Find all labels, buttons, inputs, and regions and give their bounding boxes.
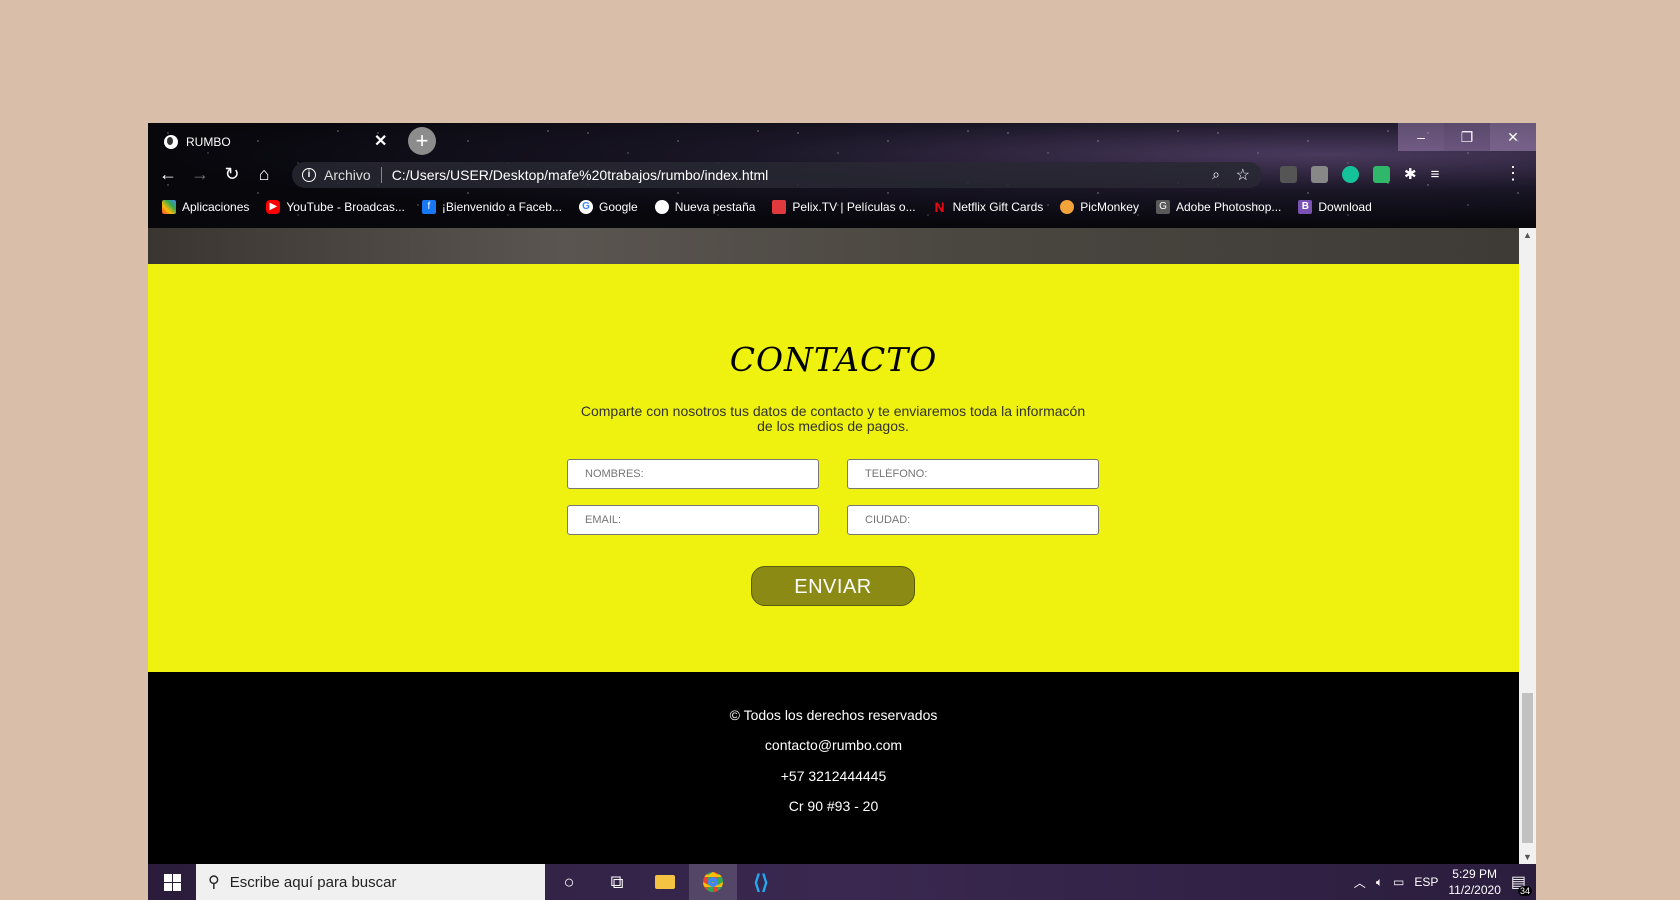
bookmarks-bar: Aplicaciones ▶ YouTube - Broadcas... f ¡… xyxy=(148,190,1536,224)
puzzle-icon[interactable]: ✱ xyxy=(1404,165,1417,183)
tab-title: RUMBO xyxy=(186,135,231,149)
shield-icon[interactable] xyxy=(1373,165,1390,183)
window-controls: – ❐ ✕ xyxy=(1398,123,1536,151)
globe-icon xyxy=(164,135,178,149)
system-tray: ︿ 🔈︎ ▭ ESP 5:29 PM 11/2/2020 ▤ 34 xyxy=(1354,864,1536,900)
search-icon: ⚲ xyxy=(208,874,220,891)
contact-section: CONTACTO Comparte con nosotros tus datos… xyxy=(148,264,1519,672)
city-input[interactable] xyxy=(847,505,1099,535)
facebook-icon: f xyxy=(421,200,436,214)
security-label: Archivo xyxy=(324,167,371,183)
extensions-area: ✱ ≡ xyxy=(1280,165,1439,183)
chrome-icon[interactable] xyxy=(689,864,737,900)
back-arrow-icon[interactable]: ← xyxy=(152,164,184,185)
minimize-button[interactable]: – xyxy=(1398,123,1444,151)
battery-icon[interactable]: ▭ xyxy=(1393,875,1404,889)
reload-icon[interactable]: ↻ xyxy=(216,164,248,185)
bookmark-photoshop[interactable]: G Adobe Photoshop... xyxy=(1155,200,1281,214)
bookmark-netflix[interactable]: N Netflix Gift Cards xyxy=(933,200,1044,214)
footer-rights: © Todos los derechos reservados xyxy=(729,707,938,723)
info-icon[interactable]: i xyxy=(302,168,316,182)
media-control-icon[interactable]: ≡ xyxy=(1431,166,1440,183)
page-footer: © Todos los derechos reservados contacto… xyxy=(148,672,1519,864)
extension-icon[interactable] xyxy=(1280,165,1297,183)
notification-count: 34 xyxy=(1517,886,1532,896)
grammarly-icon[interactable] xyxy=(1342,165,1359,183)
bookmark-picmonkey[interactable]: PicMonkey xyxy=(1060,200,1139,214)
bookmark-pelix[interactable]: Pelix.TV | Películas o... xyxy=(772,200,916,214)
url-text[interactable]: C:/Users/USER/Desktop/mafe%20trabajos/ru… xyxy=(392,167,769,183)
chevron-up-icon[interactable]: ︿ xyxy=(1354,874,1366,891)
phone-input[interactable] xyxy=(847,459,1099,489)
task-view-icon[interactable]: ⧉ xyxy=(593,864,641,900)
tab-close-icon[interactable]: ✕ xyxy=(374,131,387,151)
clock[interactable]: 5:29 PM 11/2/2020 xyxy=(1448,866,1501,898)
scroll-up-icon[interactable]: ▲ xyxy=(1519,230,1536,240)
footer-address: Cr 90 #93 - 20 xyxy=(788,798,879,814)
browser-chrome: RUMBO ✕ + – ❐ ✕ ← → ↻ ⌂ i Archivo C:/Use… xyxy=(148,123,1536,228)
bookmark-aplicaciones[interactable]: Aplicaciones xyxy=(162,200,249,214)
apps-grid-icon xyxy=(162,200,176,214)
page-viewport: CONTACTO Comparte con nosotros tus datos… xyxy=(148,228,1519,864)
windows-taskbar: ⚲ Escribe aquí para buscar ○ ⧉ ⟨⟩ ︿ 🔈︎ ▭… xyxy=(148,864,1536,900)
names-input[interactable] xyxy=(567,459,819,489)
bookmark-download[interactable]: B Download xyxy=(1298,200,1372,214)
globe-icon xyxy=(654,200,669,214)
clock-date: 11/2/2020 xyxy=(1448,883,1501,897)
bookmark-youtube[interactable]: ▶ YouTube - Broadcas... xyxy=(266,200,405,214)
vscode-icon[interactable]: ⟨⟩ xyxy=(737,864,785,900)
page-scrollbar[interactable]: ▲ ▼ xyxy=(1519,228,1536,864)
volume-icon[interactable]: 🔈︎ xyxy=(1376,875,1383,890)
address-divider xyxy=(380,167,382,183)
maximize-button[interactable]: ❐ xyxy=(1444,123,1490,151)
footer-phone: +57 3212444445 xyxy=(780,768,887,784)
bookmark-facebook[interactable]: f ¡Bienvenido a Faceb... xyxy=(421,200,562,214)
contact-title: CONTACTO xyxy=(729,340,938,379)
address-bar[interactable]: i Archivo C:/Users/USER/Desktop/mafe%20t… xyxy=(292,162,1262,188)
contact-description: Comparte con nosotros tus datos de conta… xyxy=(580,403,1086,434)
taskbar-search[interactable]: ⚲ Escribe aquí para buscar xyxy=(196,864,545,900)
windows-logo-icon xyxy=(163,873,181,891)
search-placeholder: Escribe aquí para buscar xyxy=(229,873,397,891)
send-button[interactable]: ENVIAR xyxy=(751,566,915,606)
hero-image-bottom xyxy=(148,228,1519,264)
start-button[interactable] xyxy=(148,864,196,900)
scroll-thumb[interactable] xyxy=(1522,693,1533,843)
google-icon: G xyxy=(578,200,593,214)
file-explorer-icon[interactable] xyxy=(641,864,689,900)
browser-window: RUMBO ✕ + – ❐ ✕ ← → ↻ ⌂ i Archivo C:/Use… xyxy=(148,123,1536,900)
home-icon[interactable]: ⌂ xyxy=(248,164,280,185)
clock-time: 5:29 PM xyxy=(1452,867,1497,881)
navigation-bar: ← → ↻ ⌂ i Archivo C:/Users/USER/Desktop/… xyxy=(148,159,1536,189)
bookmark-google[interactable]: G Google xyxy=(578,200,638,214)
bookmark-nueva-pestana[interactable]: Nueva pestaña xyxy=(654,200,755,214)
new-tab-button[interactable]: + xyxy=(408,127,436,155)
pelix-icon xyxy=(772,200,787,214)
forward-arrow-icon[interactable]: → xyxy=(184,164,216,185)
footer-email[interactable]: contacto@rumbo.com xyxy=(148,737,1519,753)
notification-icon[interactable]: ▤ 34 xyxy=(1511,872,1532,896)
extension-icon[interactable] xyxy=(1311,165,1328,183)
bootstrap-icon: B xyxy=(1298,200,1313,214)
bookmark-star-icon[interactable]: ☆ xyxy=(1236,165,1250,185)
zoom-icon[interactable]: ⌕ xyxy=(1212,166,1220,183)
youtube-icon: ▶ xyxy=(266,200,281,214)
picmonkey-icon xyxy=(1060,200,1075,214)
netflix-icon: N xyxy=(934,199,945,215)
cortana-icon[interactable]: ○ xyxy=(545,864,593,900)
kebab-menu-icon[interactable]: ⋮ xyxy=(1504,163,1522,184)
email-input[interactable] xyxy=(567,505,819,535)
language-indicator[interactable]: ESP xyxy=(1414,875,1438,889)
scroll-down-icon[interactable]: ▼ xyxy=(1519,852,1536,862)
close-window-button[interactable]: ✕ xyxy=(1490,123,1536,151)
tab-rumbo[interactable]: RUMBO xyxy=(156,127,388,157)
photoshop-icon: G xyxy=(1155,200,1170,214)
